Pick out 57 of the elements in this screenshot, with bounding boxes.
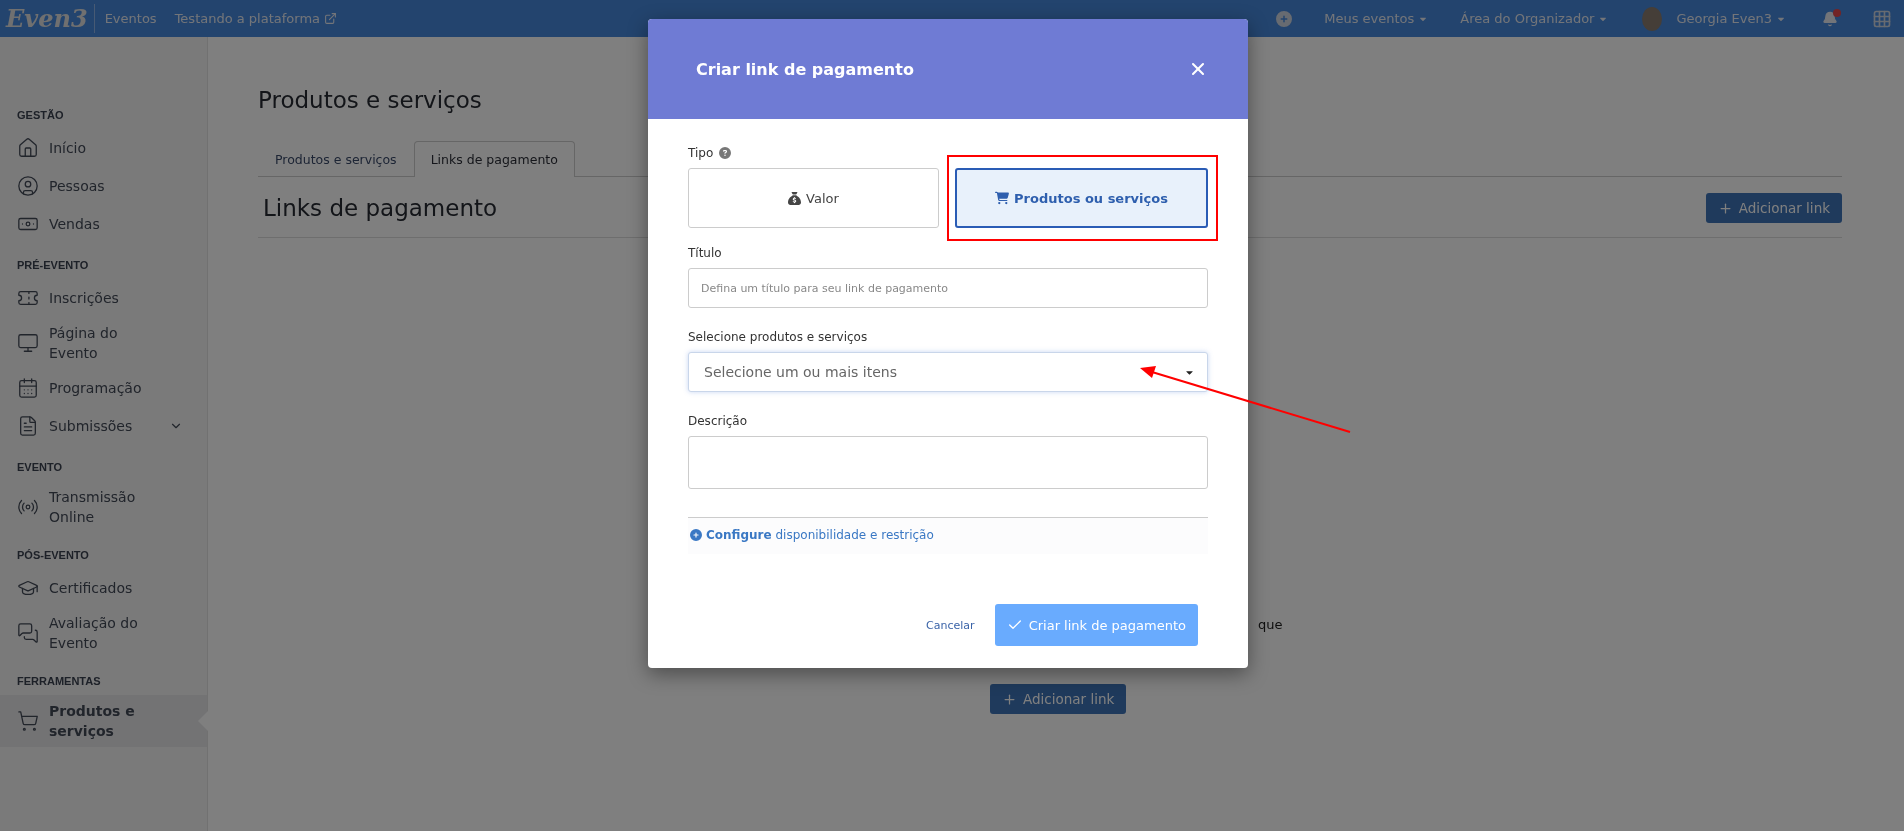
- sidebar-item[interactable]: Vendas: [0, 205, 207, 243]
- field-label: Título: [688, 246, 723, 260]
- external-link-icon: [324, 12, 338, 25]
- submit-button[interactable]: Criar link de pagamento: [994, 604, 1198, 646]
- sidebar-icon: [17, 175, 39, 197]
- help-icon[interactable]: [719, 147, 732, 159]
- notification-bell-icon[interactable]: [1822, 10, 1838, 27]
- sidebar-section-title: PRÉ-EVENTO: [16, 259, 90, 271]
- sidebar-item[interactable]: Transmissão Online: [0, 481, 207, 533]
- title-input[interactable]: Defina um título para seu link de pagamento: [688, 268, 1208, 308]
- field-label: Selecione produtos e serviços: [688, 330, 869, 344]
- products-select[interactable]: Selecione um ou mais itens: [688, 352, 1208, 392]
- sidebar-icon: [17, 710, 39, 732]
- cart-icon: [995, 191, 1010, 205]
- type-option[interactable]: Produtos ou serviços: [955, 168, 1208, 228]
- plus-icon: [1717, 200, 1733, 216]
- sidebar-item[interactable]: Certificados: [0, 569, 207, 607]
- logo[interactable]: Even3: [6, 4, 95, 33]
- apps-grid-icon[interactable]: [1872, 8, 1892, 29]
- empty-state-text: que: [1258, 617, 1283, 632]
- page-title: Produtos e serviços: [258, 87, 483, 113]
- sidebar-item[interactable]: Página do Evento: [0, 317, 207, 369]
- tab[interactable]: Produtos e serviços: [258, 141, 414, 177]
- sidebar-section-title: PÓS-EVENTO: [16, 549, 90, 561]
- sidebar-item[interactable]: Início: [0, 129, 207, 167]
- sidebar-section-title: FERRAMENTAS: [16, 675, 102, 687]
- field-label: Tipo: [688, 146, 1208, 160]
- add-link-button[interactable]: Adicionar link: [990, 684, 1127, 714]
- sidebar-icon: [17, 415, 39, 437]
- sidebar-icon: [17, 332, 39, 354]
- type-option[interactable]: Valor: [688, 168, 939, 228]
- description-input[interactable]: [688, 436, 1208, 489]
- plus-icon: [1002, 691, 1017, 707]
- sidebar-item[interactable]: Programação: [0, 369, 207, 407]
- add-link-button[interactable]: Adicionar link: [1705, 193, 1842, 223]
- money-bag-icon: [788, 191, 802, 205]
- event-link[interactable]: Testando a plataforma: [174, 11, 338, 26]
- sidebar-item[interactable]: Produtos e serviços: [0, 695, 207, 747]
- sidebar-icon: [17, 377, 39, 399]
- menu-dropdown[interactable]: Meus eventos: [1324, 11, 1429, 26]
- add-icon[interactable]: [1276, 10, 1293, 27]
- field-label: Descrição: [688, 414, 749, 428]
- sidebar-item[interactable]: Pessoas: [0, 167, 207, 205]
- sidebar-section-title: GESTÃO: [16, 109, 65, 121]
- sidebar-icon: [17, 622, 39, 644]
- modal-title: Criar link de pagamento: [696, 59, 914, 79]
- section-label: Eventos: [104, 11, 157, 26]
- section-title: Links de pagamento: [263, 195, 498, 221]
- menu-dropdown[interactable]: Área do Organizador: [1460, 11, 1609, 26]
- user-menu[interactable]: Georgia Even3: [1676, 11, 1786, 26]
- sidebar-icon: [17, 137, 39, 159]
- sidebar-item[interactable]: Submissões: [0, 407, 207, 445]
- sidebar-section-title: EVENTO: [16, 461, 64, 473]
- tab[interactable]: Links de pagamento: [413, 141, 575, 177]
- sidebar-item[interactable]: Inscrições: [0, 279, 207, 317]
- cancel-link[interactable]: Cancelar: [926, 618, 975, 632]
- sidebar-item[interactable]: Avaliação do Evento: [0, 607, 207, 659]
